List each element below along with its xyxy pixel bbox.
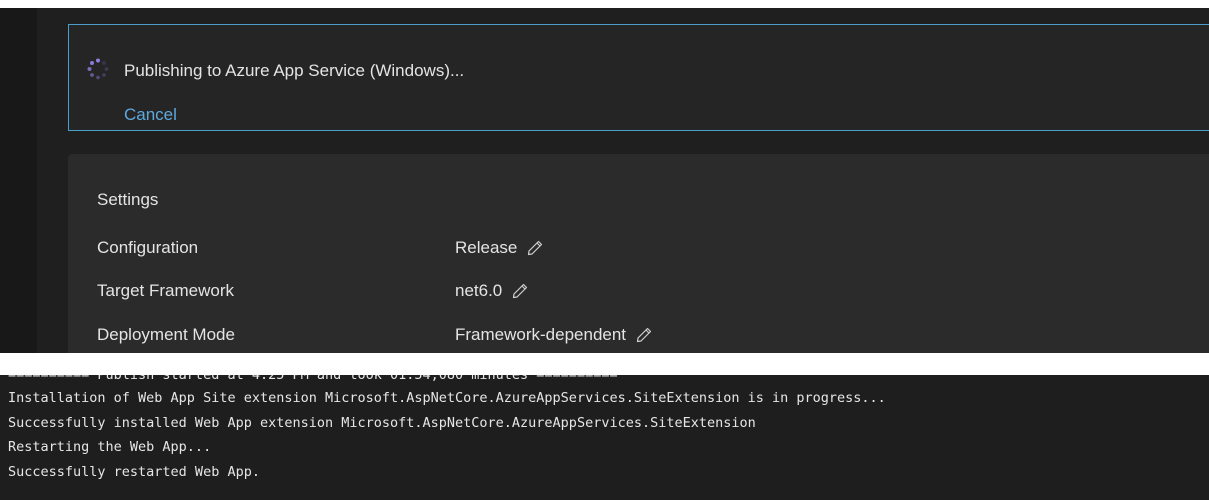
pencil-icon[interactable] [512, 283, 528, 299]
publish-pane: Publishing to Azure App Service (Windows… [0, 0, 1209, 353]
publish-status-title: Publishing to Azure App Service (Windows… [124, 61, 465, 80]
pencil-icon[interactable] [527, 240, 543, 256]
setting-value: Framework-dependent [455, 325, 652, 345]
setting-row-configuration: Configuration Release [97, 238, 1197, 264]
left-gutter [0, 8, 37, 353]
output-window[interactable]: ========== Publish started at 4:25 PM an… [0, 375, 1209, 500]
setting-value-text: net6.0 [455, 281, 503, 300]
setting-row-deployment-mode: Deployment Mode Framework-dependent [97, 325, 1197, 351]
setting-label: Target Framework [97, 281, 234, 300]
settings-card: Settings Configuration Release Target Fr… [68, 154, 1209, 353]
pencil-icon[interactable] [636, 327, 652, 343]
setting-label: Deployment Mode [97, 325, 235, 344]
output-line: Installation of Web App Site extension M… [8, 390, 886, 406]
output-line: ========== Publish started at 4:25 PM an… [8, 375, 618, 383]
spinner-icon [87, 58, 109, 80]
cancel-link[interactable]: Cancel [124, 105, 177, 125]
publish-page: Publishing to Azure App Service (Windows… [0, 8, 1209, 353]
setting-label: Configuration [97, 238, 199, 257]
publish-status-box: Publishing to Azure App Service (Windows… [68, 24, 1209, 131]
setting-value-text: Release [455, 238, 518, 257]
setting-value: Release [455, 238, 543, 258]
settings-title: Settings [97, 190, 159, 209]
output-line: Successfully installed Web App extension… [8, 415, 756, 431]
setting-value-text: Framework-dependent [455, 325, 627, 344]
setting-row-target-framework: Target Framework net6.0 [97, 281, 1197, 307]
setting-value: net6.0 [455, 281, 528, 301]
output-line: Successfully restarted Web App. [8, 464, 260, 480]
output-line: Restarting the Web App... [8, 439, 212, 455]
